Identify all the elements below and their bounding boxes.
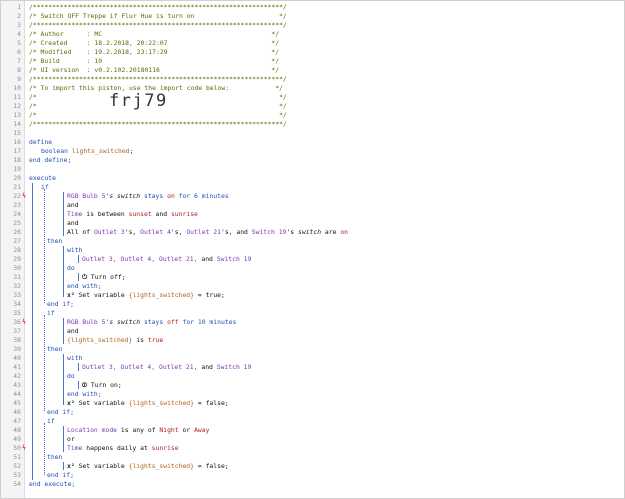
or-operator[interactable]: or bbox=[67, 435, 616, 444]
end-if-keyword[interactable]: end if; bbox=[47, 471, 616, 480]
condition-guide bbox=[63, 192, 64, 236]
with-guide bbox=[78, 255, 79, 263]
comment-rule: /***************************************… bbox=[29, 3, 287, 11]
then-guide bbox=[63, 354, 64, 405]
if-keyword[interactable]: if bbox=[41, 183, 616, 192]
end-with-keyword[interactable]: end with; bbox=[67, 282, 616, 291]
with-devices[interactable]: Outlet 3, Outlet 4, Outlet 21, and Switc… bbox=[82, 255, 616, 264]
do-guide bbox=[78, 273, 79, 281]
comment-ui-version: /* UI version : v0.2.102.20180116 */ bbox=[29, 66, 280, 74]
action-set-variable-false[interactable]: x² Set variable {lights_switched} = fals… bbox=[67, 399, 616, 408]
with-keyword[interactable]: with bbox=[67, 246, 616, 255]
if-keyword[interactable]: if bbox=[47, 417, 616, 426]
condition-rgb-bulb-stays-on[interactable]: RGB Bulb 5's switch stays on for 6 minut… bbox=[67, 192, 616, 201]
and-operator[interactable]: and bbox=[67, 219, 616, 228]
define-keyword: define bbox=[29, 138, 53, 146]
comment-blank: /* */ bbox=[29, 111, 287, 119]
if-block-guide bbox=[44, 315, 45, 411]
then-guide bbox=[63, 462, 64, 470]
execute-keyword: execute bbox=[29, 174, 56, 182]
comment-modified: /* Modified : 19.2.2018, 23:17:29 */ bbox=[29, 48, 280, 56]
condition-guide bbox=[63, 318, 64, 344]
piston-code-view: 1 2 3 4 5 6 7 8 9 10 11 12 13 14 15 16 17 18 19 20 21 22 ϟ 23 24… bbox=[0, 0, 625, 499]
if-block-guide bbox=[44, 189, 45, 303]
action-set-variable-true[interactable]: x² Set variable {lights_switched} = true… bbox=[67, 291, 616, 300]
define-statement[interactable]: boolean lights_switched; bbox=[29, 147, 616, 156]
action-set-variable-false[interactable]: x² Set variable {lights_switched} = fals… bbox=[67, 462, 616, 471]
comment-title: /* Switch OFF Treppe if Flur Hue is turn… bbox=[29, 12, 287, 20]
condition-guide bbox=[63, 426, 64, 452]
with-keyword[interactable]: with bbox=[67, 354, 616, 363]
action-turn-on[interactable]: ⏼ Turn on; bbox=[82, 381, 616, 390]
do-guide bbox=[78, 381, 79, 389]
comment-build: /* Build : 10 */ bbox=[29, 57, 280, 65]
if-keyword[interactable]: if bbox=[47, 309, 616, 318]
code-area: /***************************************… bbox=[1, 1, 624, 498]
then-keyword[interactable]: then bbox=[47, 237, 616, 246]
then-guide bbox=[63, 246, 64, 297]
condition-time-between[interactable]: Time is between sunset and sunrise bbox=[67, 210, 616, 219]
variable-icon: x² bbox=[67, 462, 75, 470]
variable-icon: x² bbox=[67, 291, 75, 299]
import-code[interactable]: frj79 bbox=[109, 93, 168, 110]
comment-rule: /***************************************… bbox=[29, 75, 287, 83]
with-devices[interactable]: Outlet 3, Outlet 4, Outlet 21, and Switc… bbox=[82, 363, 616, 372]
comment-rule: /***************************************… bbox=[29, 21, 287, 29]
then-keyword[interactable]: then bbox=[47, 345, 616, 354]
power-icon: ⏼ bbox=[82, 381, 88, 389]
power-icon: ⏻ bbox=[82, 273, 88, 281]
end-if-keyword[interactable]: end if; bbox=[47, 408, 616, 417]
do-keyword[interactable]: do bbox=[67, 264, 616, 273]
end-execute-keyword: end execute; bbox=[29, 480, 76, 488]
variable-icon: x² bbox=[67, 399, 75, 407]
end-define-keyword: end define; bbox=[29, 156, 72, 164]
if-block-guide bbox=[44, 423, 45, 475]
comment-import-code-line: /* */frj79 bbox=[29, 91, 287, 111]
condition-rgb-bulb-stays-off[interactable]: RGB Bulb 5's switch stays off for 10 min… bbox=[67, 318, 616, 327]
comment-rule: /***************************************… bbox=[29, 120, 287, 128]
condition-variable-is-true[interactable]: {lights_switched} is true bbox=[67, 336, 616, 345]
do-keyword[interactable]: do bbox=[67, 372, 616, 381]
comment-author: /* Author : MC */ bbox=[29, 30, 280, 38]
with-guide bbox=[78, 363, 79, 371]
and-operator[interactable]: and bbox=[67, 327, 616, 336]
and-operator[interactable]: and bbox=[67, 201, 616, 210]
comment-created: /* Created : 18.2.2018, 20:22:07 */ bbox=[29, 39, 280, 47]
end-if-keyword[interactable]: end if; bbox=[47, 300, 616, 309]
end-with-keyword[interactable]: end with; bbox=[67, 390, 616, 399]
action-turn-off[interactable]: ⏻ Turn off; bbox=[82, 273, 616, 282]
execute-block-guide bbox=[32, 183, 33, 480]
condition-all-of-devices[interactable]: All of Outlet 3's, Outlet 4's, Outlet 21… bbox=[67, 228, 616, 237]
condition-time-daily[interactable]: Time happens daily at sunrise bbox=[67, 444, 616, 453]
condition-location-mode[interactable]: Location mode is any of Night or Away bbox=[67, 426, 616, 435]
then-keyword[interactable]: then bbox=[47, 453, 616, 462]
